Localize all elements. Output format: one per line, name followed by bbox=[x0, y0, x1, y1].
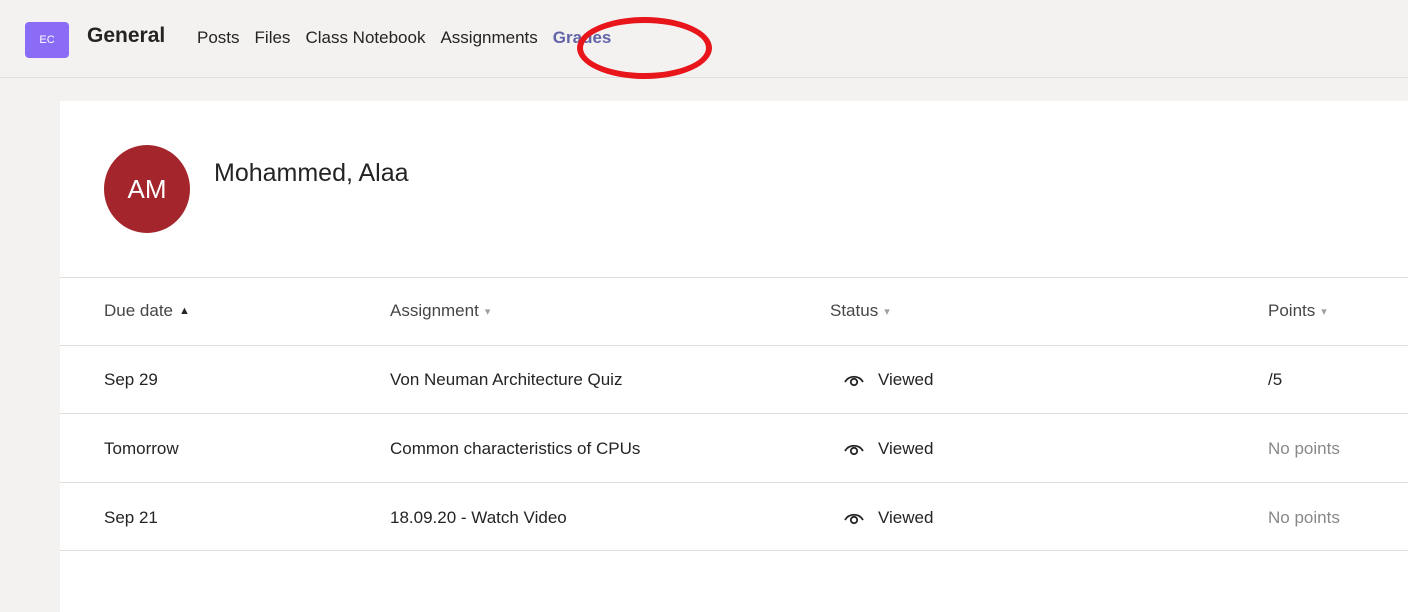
tab-class-notebook[interactable]: Class Notebook bbox=[305, 28, 425, 48]
channel-tabs: Posts Files Class Notebook Assignments G… bbox=[197, 28, 626, 48]
chevron-down-icon: ▾ bbox=[884, 305, 890, 318]
due-date-cell: Sep 21 bbox=[104, 508, 158, 527]
channel-title: General bbox=[87, 24, 166, 47]
eye-icon bbox=[844, 444, 864, 456]
tab-assignments[interactable]: Assignments bbox=[440, 28, 537, 48]
divider bbox=[60, 345, 1408, 346]
chevron-down-icon: ▾ bbox=[1321, 305, 1327, 318]
tab-files[interactable]: Files bbox=[255, 28, 291, 48]
column-header-points[interactable]: Points ▾ bbox=[1268, 301, 1327, 321]
column-header-status[interactable]: Status ▾ bbox=[830, 301, 890, 321]
divider bbox=[60, 550, 1408, 551]
status-cell: Viewed bbox=[844, 508, 933, 528]
status-label: Viewed bbox=[878, 439, 934, 458]
divider bbox=[60, 413, 1408, 414]
column-header-label: Due date bbox=[104, 301, 173, 320]
divider bbox=[60, 277, 1408, 278]
team-avatar[interactable]: EC bbox=[25, 22, 69, 58]
divider bbox=[60, 482, 1408, 483]
student-name: Mohammed, Alaa bbox=[214, 159, 409, 187]
due-date-cell: Tomorrow bbox=[104, 439, 179, 458]
eye-icon bbox=[844, 513, 864, 525]
sort-ascending-icon: ▲ bbox=[179, 305, 190, 317]
assignment-link[interactable]: 18.09.20 - Watch Video bbox=[390, 508, 567, 528]
chevron-down-icon: ▾ bbox=[484, 305, 491, 318]
eye-icon bbox=[844, 375, 864, 387]
column-header-label: Assignment bbox=[390, 301, 479, 320]
tab-grades[interactable]: Grades bbox=[553, 28, 612, 48]
column-header-label: Status bbox=[830, 301, 879, 320]
points-cell: No points bbox=[1268, 508, 1340, 527]
assignment-link[interactable]: Von Neuman Architecture Quiz bbox=[390, 370, 622, 390]
grades-panel: AM Mohammed, Alaa Due date ▲ Assignment … bbox=[60, 101, 1408, 612]
status-cell: Viewed bbox=[844, 439, 933, 459]
column-header-label: Points bbox=[1268, 301, 1316, 320]
tab-posts[interactable]: Posts bbox=[197, 28, 240, 48]
status-cell: Viewed bbox=[844, 370, 933, 390]
student-avatar: AM bbox=[104, 145, 190, 233]
status-label: Viewed bbox=[878, 508, 934, 527]
points-cell: No points bbox=[1268, 439, 1340, 458]
column-header-due-date[interactable]: Due date ▲ bbox=[104, 301, 190, 321]
assignment-link[interactable]: Common characteristics of CPUs bbox=[390, 439, 640, 459]
points-cell: /5 bbox=[1268, 370, 1283, 389]
column-header-assignment[interactable]: Assignment ▾ bbox=[390, 301, 490, 321]
top-bar: EC General Posts Files Class Notebook As… bbox=[0, 0, 1408, 79]
due-date-cell: Sep 29 bbox=[104, 370, 158, 389]
highlight-annotation bbox=[577, 17, 712, 79]
status-label: Viewed bbox=[878, 370, 934, 389]
